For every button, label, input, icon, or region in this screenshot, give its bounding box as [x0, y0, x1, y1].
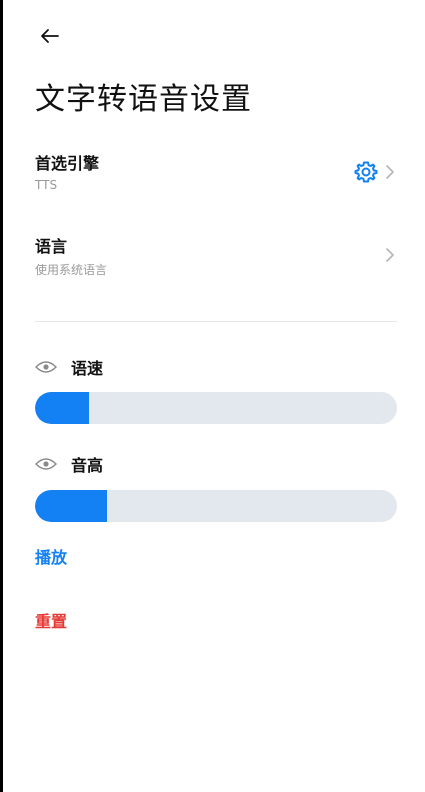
language-value: 使用系统语言: [35, 263, 108, 277]
play-button[interactable]: 播放: [35, 544, 67, 568]
pitch-slider[interactable]: [35, 490, 397, 522]
engine-chevron: [383, 162, 397, 182]
pitch-fill: [35, 490, 108, 522]
screen-edge: [0, 0, 3, 792]
language-label: 语言: [35, 237, 68, 256]
engine-settings-button[interactable]: [353, 159, 379, 185]
speech-rate-label: 语速: [71, 359, 104, 378]
language-chevron: [383, 245, 397, 265]
eye-icon[interactable]: [35, 456, 57, 472]
section-divider: [35, 321, 397, 322]
reset-button[interactable]: 重置: [35, 608, 67, 632]
pitch-header: 音高: [35, 452, 103, 476]
speech-rate-header: 语速: [35, 355, 103, 379]
chevron-right-icon: [386, 248, 394, 262]
speech-rate-slider[interactable]: [35, 392, 397, 424]
arrow-left-icon: [41, 29, 59, 43]
gear-icon: [354, 161, 378, 183]
eye-icon[interactable]: [35, 359, 57, 375]
back-button[interactable]: [36, 22, 64, 50]
pitch-label: 音高: [71, 456, 104, 475]
page-title: 文字转语音设置: [35, 82, 252, 117]
chevron-right-icon: [386, 165, 394, 179]
preferred-engine-value: TTS: [35, 178, 58, 192]
language-item[interactable]: 语言 使用系统语言: [35, 233, 397, 287]
preferred-engine-item[interactable]: 首选引擎 TTS: [35, 150, 397, 204]
preferred-engine-label: 首选引擎: [35, 154, 100, 173]
speech-rate-fill: [35, 392, 90, 424]
